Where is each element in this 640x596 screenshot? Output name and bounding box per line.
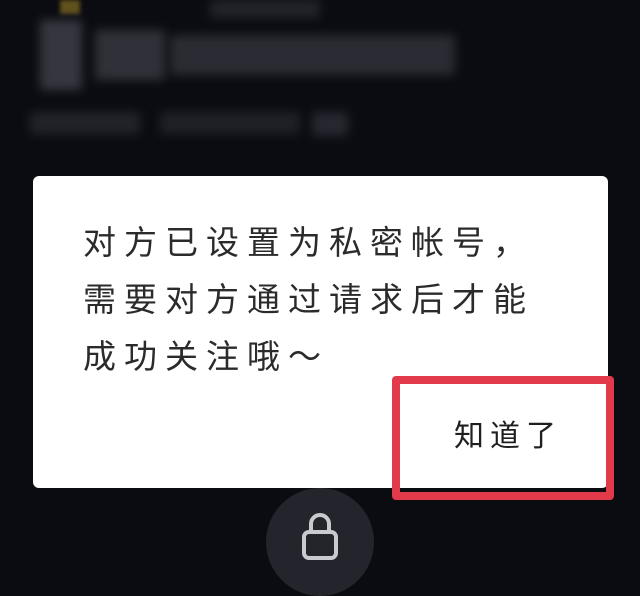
private-account-dialog: 对方已设置为私密帐号， 需要对方通过请求后才能 成功关注哦～ 知道了: [33, 176, 608, 488]
dialog-message: 对方已设置为私密帐号， 需要对方通过请求后才能 成功关注哦～: [83, 214, 553, 385]
lock-icon: [302, 513, 338, 560]
blurred-name-start: [95, 30, 165, 80]
blurred-avatar: [40, 20, 82, 90]
blurred-profile-header: [0, 0, 640, 175]
blurred-badge: [60, 0, 80, 14]
got-it-button[interactable]: 知道了: [453, 411, 563, 455]
dialog-message-line: 成功关注哦～: [83, 337, 329, 376]
dialog-message-line: 对方已设置为私密帐号，: [83, 223, 534, 262]
blurred-meta-1: [30, 112, 140, 134]
blurred-meta-2: [160, 112, 300, 134]
blurred-name: [170, 35, 455, 75]
blurred-top-text: [210, 0, 320, 18]
dialog-message-line: 需要对方通过请求后才能: [83, 280, 534, 319]
blurred-meta-3: [312, 112, 348, 136]
lock-button[interactable]: [266, 488, 374, 596]
